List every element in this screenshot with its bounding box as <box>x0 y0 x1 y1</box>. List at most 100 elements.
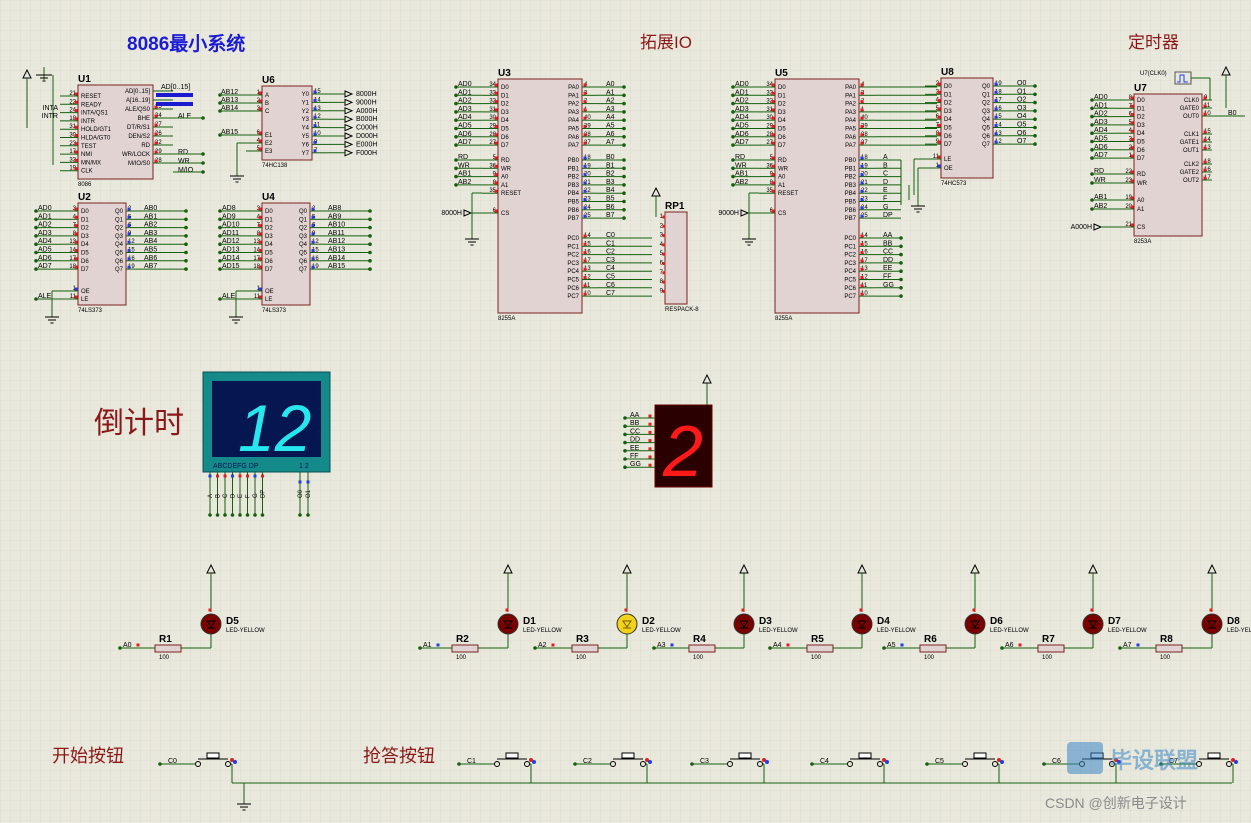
led-body-icon <box>616 613 638 635</box>
pin-name: Q7 <box>982 142 991 148</box>
switch-state-marker <box>1000 760 1004 764</box>
pin-name: PB3 <box>845 183 857 189</box>
junction-dot <box>184 217 188 222</box>
pin-name: NMI <box>81 152 92 158</box>
pin-name: D0 <box>778 85 786 91</box>
pin-name: D0 <box>81 209 89 215</box>
pin-state-marker <box>860 83 864 87</box>
pin-state-marker <box>648 414 652 418</box>
pin-state-marker <box>505 608 509 612</box>
junction-dot <box>690 762 694 766</box>
net-label: EE <box>883 265 893 272</box>
pin-state-marker <box>994 82 998 86</box>
pin-state-marker <box>1203 138 1207 142</box>
pin-name: RESET <box>778 191 798 197</box>
net-label: E <box>883 187 888 194</box>
pin-name: PA5 <box>845 127 857 133</box>
pin-name: A[16..19] <box>126 98 150 104</box>
pin-state-marker <box>313 115 317 119</box>
net-label: AD13 <box>222 247 240 254</box>
pin-state-marker <box>74 125 78 129</box>
resistor-body <box>451 644 479 653</box>
net-label: AD3 <box>735 106 749 113</box>
pin-name: Q1 <box>115 217 124 223</box>
junction-dot <box>1033 125 1037 130</box>
pin-state-marker <box>1130 205 1134 209</box>
junction-dot <box>245 513 250 517</box>
junction-dot <box>622 174 626 179</box>
pin-name: INTA/QS1 <box>81 111 109 117</box>
pin-state-marker <box>771 181 775 185</box>
net-label: B0 <box>606 154 615 161</box>
pin-state-marker <box>860 259 864 263</box>
pin-state-marker <box>972 608 976 612</box>
net-label: AD9 <box>222 213 236 220</box>
pin-state-marker <box>583 292 587 296</box>
junction-dot <box>899 261 903 265</box>
led-ref: D3 <box>759 616 772 627</box>
net-label-cs: 8000H <box>441 210 462 217</box>
net-label: CC <box>883 249 893 256</box>
pin-state-marker <box>583 164 587 168</box>
display-digit-pin-label: O1 <box>306 489 312 498</box>
resistor-value: 100 <box>456 655 467 661</box>
pin-name: A1 <box>1137 207 1145 213</box>
pin-name: D6 <box>778 135 786 141</box>
pin-state-marker <box>771 100 775 104</box>
pin-name: RD <box>1137 172 1146 178</box>
title-answer-button: 抢答按钮 <box>363 746 435 766</box>
led-ref: D7 <box>1108 616 1121 627</box>
junction-dot <box>238 513 242 517</box>
pin-state-marker <box>154 159 158 163</box>
net-label: AD3 <box>458 106 472 113</box>
chip-body <box>664 211 688 305</box>
pin-state-marker <box>860 189 864 193</box>
junction-dot <box>1033 92 1037 97</box>
junction-dot <box>368 242 372 246</box>
net-label: A4 <box>773 642 782 649</box>
junction-dot <box>184 242 188 246</box>
pin-state-marker <box>258 249 262 252</box>
junction-dot <box>622 199 626 204</box>
pin-state-marker <box>860 100 864 104</box>
net-label: AD1 <box>458 89 472 96</box>
junction-dot <box>925 762 929 766</box>
pin-state-marker <box>258 147 262 151</box>
pin-state-marker <box>154 150 158 154</box>
pin-name: PA2 <box>845 102 857 108</box>
junction-dot <box>253 513 257 517</box>
net-label: AB15 <box>221 129 238 136</box>
pin-state-marker <box>662 289 666 293</box>
net-label: B7 <box>606 212 615 219</box>
pin-state-marker <box>860 214 864 218</box>
resistor-body <box>919 644 947 653</box>
pin-state-marker <box>583 133 587 137</box>
pin-state-marker <box>551 643 555 647</box>
pin-name: D4 <box>944 117 952 123</box>
junction-dot <box>1033 117 1037 121</box>
chip-u6-part: 74HC138 <box>262 163 288 169</box>
junction-dot <box>368 217 372 222</box>
net-label: AD0 <box>38 205 52 212</box>
net-label: AD1 <box>735 89 749 96</box>
pin-state-marker <box>127 265 131 269</box>
junction-dot <box>1033 142 1037 146</box>
pin-state-marker <box>1136 643 1140 647</box>
pin-name: D0 <box>501 85 509 91</box>
junction-dot <box>768 646 772 650</box>
net-label: AD10 <box>222 222 240 229</box>
pin-name: D2 <box>778 102 786 108</box>
pin-state-marker <box>1130 104 1134 108</box>
display-pin-label: B <box>216 494 222 498</box>
net-label: AD2 <box>1094 111 1108 118</box>
pin-state-marker <box>786 643 790 647</box>
display-pin-label: FF <box>630 453 639 460</box>
switch-cap-icon <box>1207 752 1221 759</box>
net-label: C <box>883 171 888 178</box>
pin-state-marker <box>74 167 78 171</box>
pin-state-marker <box>860 206 864 210</box>
pin-name: RESET <box>501 191 521 197</box>
pin-state-marker <box>994 107 998 111</box>
junction-dot <box>201 161 205 165</box>
pin-state-marker <box>771 141 775 145</box>
